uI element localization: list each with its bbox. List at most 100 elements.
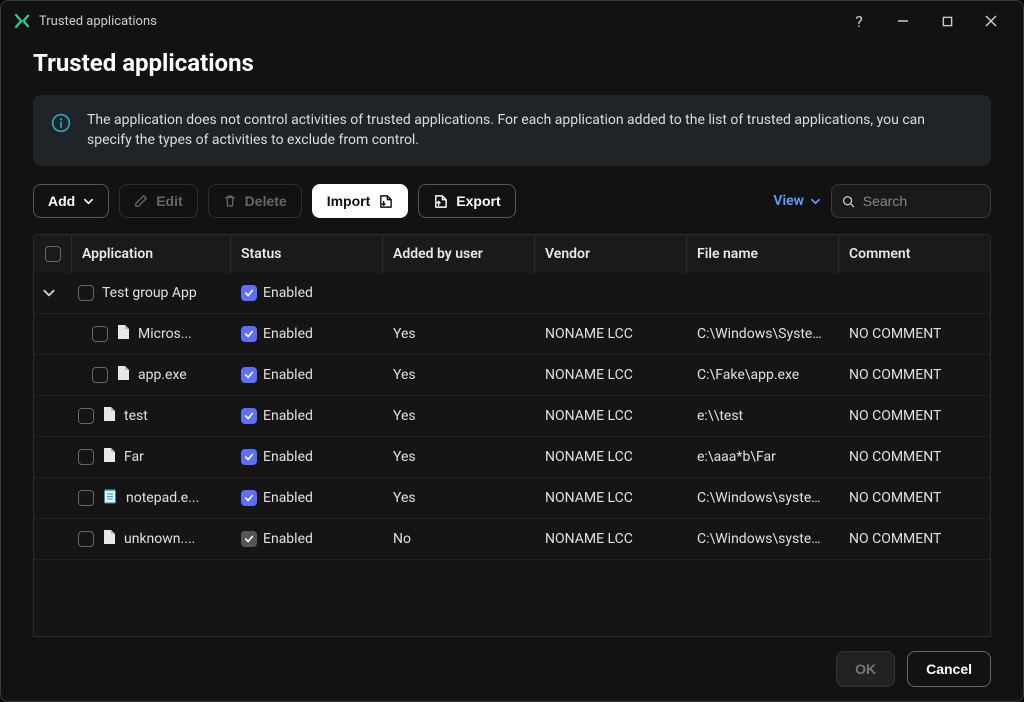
app-name: test [124,408,148,424]
info-icon [51,113,71,137]
file-name: C:\Windows\System... [697,326,829,342]
delete-button-label: Delete [245,193,287,209]
edit-button: Edit [119,184,197,218]
table-row[interactable]: test Enabled Yes NONAME LCC e:\\test NO COMME… [34,396,990,437]
col-vendor[interactable]: Vendor [535,235,687,273]
added-by-user: Yes [393,490,416,506]
status-label: Enabled [263,531,313,547]
cancel-button[interactable]: Cancel [907,651,991,687]
comment: NO COMMENT [849,449,941,465]
file-icon [102,406,116,426]
added-by-user: Yes [393,408,416,424]
export-icon [433,194,448,209]
status-label: Enabled [263,490,313,506]
table-row[interactable]: notepad.e...EnabledYesNONAME LCCC:\Windo… [34,478,990,519]
table-row[interactable]: app.exeEnabledYesNONAME LCCC:\Fake\app.e… [34,355,990,396]
status-label: Enabled [263,408,313,424]
vendor: NONAME LCC [545,449,633,465]
vendor: NONAME LCC [545,408,633,424]
status-toggle[interactable] [241,408,257,424]
table-row[interactable]: unknown....EnabledNoNONAME LCCC:\Windows… [34,519,990,560]
status-label: Enabled [263,285,313,301]
view-button[interactable]: View [773,193,821,209]
status-label: Enabled [263,367,313,383]
minimize-button[interactable] [883,5,923,37]
export-button[interactable]: Export [418,184,515,218]
file-icon [102,447,116,467]
status-label: Enabled [263,326,313,342]
comment: NO COMMENT [849,367,941,383]
window: Trusted applications ? Trusted applicati… [0,0,1024,702]
col-status[interactable]: Status [231,235,383,273]
add-button-label: Add [48,193,75,209]
comment: NO COMMENT [849,408,941,424]
vendor: NONAME LCC [545,490,633,506]
file-name: e:\\test [697,408,743,424]
edit-button-label: Edit [156,193,182,209]
col-application[interactable]: Application [72,235,231,273]
trash-icon [223,194,237,208]
ok-button[interactable]: OK [836,651,895,687]
table-row[interactable]: Micros...EnabledYesNONAME LCCC:\Windows\… [34,314,990,355]
chevron-down-icon[interactable] [42,286,56,300]
chevron-down-icon [83,196,94,207]
status-toggle[interactable] [241,490,257,506]
row-checkbox[interactable] [78,449,94,465]
added-by-user: Yes [393,367,416,383]
vendor: NONAME LCC [545,326,633,342]
comment: NO COMMENT [849,326,941,342]
status-toggle[interactable] [241,367,257,383]
close-button[interactable] [971,5,1011,37]
added-by-user: Yes [393,449,416,465]
row-checkbox[interactable] [92,367,108,383]
status-toggle[interactable] [241,531,257,547]
app-name: app.exe [138,367,187,383]
maximize-button[interactable] [927,5,967,37]
row-checkbox[interactable] [78,408,94,424]
applications-table: Application Status Added by user Vendor … [33,234,991,637]
help-button[interactable]: ? [839,5,879,37]
status-toggle[interactable] [241,285,257,301]
table-header: Application Status Added by user Vendor … [34,235,990,273]
page-title: Trusted applications [33,49,991,77]
table-row[interactable]: FarEnabledYesNONAME LCCe:\aaa*b\FarNO CO… [34,437,990,478]
file-name: C:\Fake\app.exe [697,367,799,383]
status-toggle[interactable] [241,449,257,465]
status-toggle[interactable] [241,326,257,342]
info-banner-text: The application does not control activit… [87,111,973,150]
view-button-label: View [773,193,804,209]
import-button[interactable]: Import [312,184,409,218]
info-banner: The application does not control activit… [33,95,991,166]
col-file-name[interactable]: File name [687,235,839,273]
add-button[interactable]: Add [33,184,109,218]
content: Trusted applications The application doe… [1,41,1023,637]
added-by-user: No [393,531,411,547]
search-box[interactable] [831,184,991,218]
export-button-label: Export [456,193,500,209]
col-comment[interactable]: Comment [839,235,991,273]
chevron-down-icon [810,196,821,207]
titlebar: Trusted applications ? [1,1,1023,41]
window-title: Trusted applications [39,14,157,29]
app-logo-icon [13,12,31,30]
file-icon [102,488,118,508]
select-all-checkbox[interactable] [45,246,61,262]
group-row[interactable]: Test group App Enabled [34,273,990,314]
row-checkbox[interactable] [78,531,94,547]
toolbar: Add Edit Delete Import Export View [33,184,991,218]
import-icon [378,194,393,209]
row-checkbox[interactable] [78,490,94,506]
search-input[interactable] [863,193,980,209]
help-icon: ? [855,12,863,31]
close-icon [985,15,997,27]
file-name: e:\aaa*b\Far [697,449,776,465]
search-icon [842,194,855,209]
col-added-by-user[interactable]: Added by user [383,235,535,273]
app-name: unknown.... [124,531,195,547]
maximize-icon [942,16,953,27]
app-name: Far [124,449,144,465]
row-checkbox[interactable] [78,285,94,301]
row-checkbox[interactable] [92,326,108,342]
comment: NO COMMENT [849,490,941,506]
file-icon [102,529,116,549]
